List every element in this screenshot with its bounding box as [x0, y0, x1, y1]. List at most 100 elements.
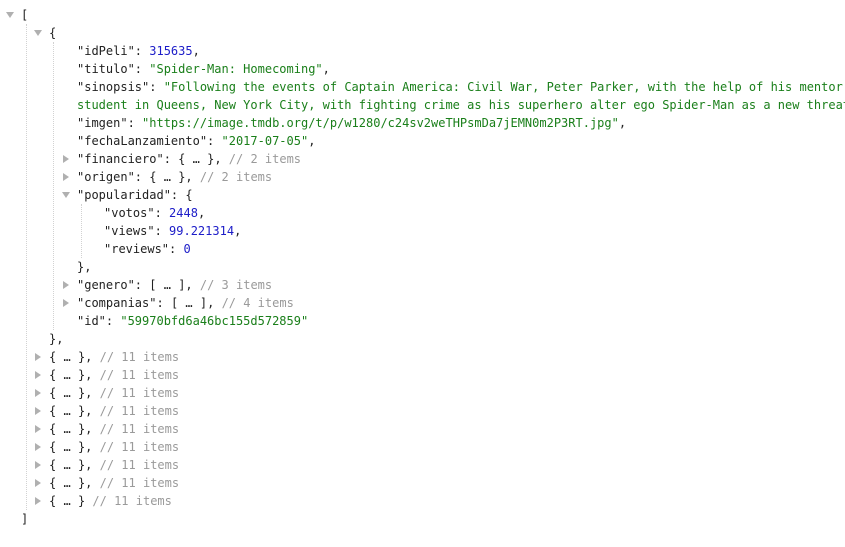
- root-toggle[interactable]: [4, 6, 16, 24]
- collapsed-item-toggle[interactable]: [32, 366, 44, 384]
- collapsed-item-ellipsis[interactable]: …: [63, 476, 70, 490]
- collapsed-item-ellipsis[interactable]: …: [63, 440, 70, 454]
- collapsed-item-toggle[interactable]: [32, 402, 44, 420]
- collapsed-item-count: // 11 items: [99, 440, 180, 454]
- collapse-arrow-icon: [35, 407, 41, 415]
- financiero-text: "financiero": { … }, // 2 items: [77, 152, 302, 166]
- collapsed-item-toggle[interactable]: [32, 384, 44, 402]
- first-object-close-brace: },: [49, 332, 64, 346]
- collapsed-item-text: { … }, // 11 items: [49, 348, 179, 366]
- collapse-arrow-icon: [35, 389, 41, 397]
- first-object-close-line: },: [0, 330, 63, 348]
- field-trail: ,: [322, 62, 330, 76]
- companias-text: "companias": [ … ], // 4 items: [77, 296, 294, 310]
- collapsed-item-text: { … }, // 11 items: [49, 366, 179, 384]
- genero-close: ],: [178, 278, 193, 292]
- field-value: "2017-07-05": [221, 134, 309, 148]
- popularidad-field-value: 0: [183, 242, 191, 256]
- collapse-arrow-icon: [35, 443, 41, 451]
- companias-ellipsis[interactable]: …: [185, 296, 192, 310]
- collapsed-item-count: // 11 items: [99, 386, 180, 400]
- field-value: 315635: [149, 44, 193, 58]
- collapsed-item-count: // 11 items: [99, 422, 180, 436]
- field-key: "idPeli": [77, 44, 135, 58]
- field-key: "sinopsis": [77, 80, 150, 94]
- indent-guide-first-object: [53, 42, 54, 330]
- collapsed-item-text: { … }, // 11 items: [49, 420, 179, 438]
- companias-toggle[interactable]: [60, 294, 72, 312]
- collapse-arrow-icon: [35, 425, 41, 433]
- field-companias: "companias": [ … ], // 4 items: [0, 294, 294, 312]
- collapsed-item-text: { … }, // 11 items: [49, 456, 179, 474]
- first-object-toggle[interactable]: [32, 24, 44, 42]
- field-trail: ,: [308, 134, 316, 148]
- financiero-close: },: [207, 152, 222, 166]
- field-genero: "genero": [ … ], // 3 items: [0, 276, 272, 294]
- expand-arrow-icon: [34, 30, 42, 36]
- origen-count: // 2 items: [199, 170, 273, 184]
- collapsed-item-close: },: [77, 422, 93, 436]
- field-value: student in Queens, New York City, with f…: [77, 98, 845, 112]
- collapsed-item-ellipsis[interactable]: …: [63, 404, 70, 418]
- collapsed-item-close: },: [77, 476, 93, 490]
- collapse-arrow-icon: [63, 281, 69, 289]
- collapsed-item-ellipsis[interactable]: …: [63, 422, 70, 436]
- field-key: "imgen": [77, 116, 128, 130]
- collapsed-item-toggle[interactable]: [32, 492, 44, 510]
- popularidad-toggle[interactable]: [60, 186, 72, 204]
- collapsed-item-ellipsis[interactable]: …: [63, 368, 70, 382]
- first-object-open-brace: {: [49, 26, 57, 40]
- collapse-arrow-icon: [35, 497, 41, 505]
- collapsed-item-count: // 11 items: [99, 476, 180, 490]
- collapsed-item-toggle[interactable]: [32, 456, 44, 474]
- collapsed-item-count: // 11 items: [92, 494, 172, 508]
- field-key: "fechaLanzamiento": [77, 134, 208, 148]
- origen-ellipsis[interactable]: …: [164, 170, 171, 184]
- field-trail: ,: [192, 44, 200, 58]
- collapsed-item-toggle[interactable]: [32, 474, 44, 492]
- collapsed-item-toggle[interactable]: [32, 438, 44, 456]
- financiero-key: "financiero": [77, 152, 164, 166]
- collapsed-item-ellipsis[interactable]: …: [63, 458, 70, 472]
- collapsed-item-close: },: [77, 350, 93, 364]
- root-open-bracket: [: [21, 8, 29, 22]
- genero-toggle[interactable]: [60, 276, 72, 294]
- expand-arrow-icon: [62, 192, 70, 198]
- popularidad-key: "popularidad": [77, 188, 171, 202]
- financiero-ellipsis[interactable]: …: [193, 152, 200, 166]
- popularidad-close: },: [77, 260, 92, 274]
- field-financiero: "financiero": { … }, // 2 items: [0, 150, 301, 168]
- field-key: "titulo": [77, 62, 135, 76]
- collapse-arrow-icon: [63, 173, 69, 181]
- origen-text: "origen": { … }, // 2 items: [77, 170, 273, 184]
- field-text: "fechaLanzamiento": "2017-07-05",: [77, 134, 316, 148]
- root-close-line: ]: [0, 510, 29, 528]
- field-popularidad: "popularidad": {: [0, 186, 193, 204]
- genero-text: "genero": [ … ], // 3 items: [77, 278, 273, 292]
- collapsed-item-text: { … }, // 11 items: [49, 384, 179, 402]
- popularidad-field-key: "views": [104, 224, 155, 238]
- origen-toggle[interactable]: [60, 168, 72, 186]
- indent-guide-popularidad: [81, 204, 82, 258]
- collapsed-item-ellipsis[interactable]: …: [63, 386, 70, 400]
- companias-close: ],: [199, 296, 215, 310]
- financiero-count: // 2 items: [228, 152, 302, 166]
- collapsed-item-toggle[interactable]: [32, 348, 44, 366]
- field-text: "idPeli": 315635,: [77, 44, 200, 58]
- field-text: "sinopsis": "Following the events of Cap…: [77, 78, 845, 96]
- popularidad-field-key: "votos": [104, 206, 155, 220]
- field-text: "imgen": "https://image.tmdb.org/t/p/w12…: [77, 116, 627, 130]
- genero-count: // 3 items: [199, 278, 273, 292]
- collapsed-item-text: { … }, // 11 items: [49, 402, 179, 420]
- collapsed-item-count: // 11 items: [99, 350, 180, 364]
- collapsed-item-ellipsis[interactable]: …: [63, 494, 70, 508]
- collapsed-item-close: },: [77, 458, 93, 472]
- genero-ellipsis[interactable]: …: [164, 278, 171, 292]
- collapse-arrow-icon: [35, 371, 41, 379]
- collapsed-item-count: // 11 items: [99, 458, 180, 472]
- collapsed-item-ellipsis[interactable]: …: [63, 350, 70, 364]
- collapsed-item-toggle[interactable]: [32, 420, 44, 438]
- popularidad-field-key: "reviews": [104, 242, 170, 256]
- financiero-toggle[interactable]: [60, 150, 72, 168]
- id-text: "id": "59970bfd6a46bc155d572859": [77, 314, 309, 328]
